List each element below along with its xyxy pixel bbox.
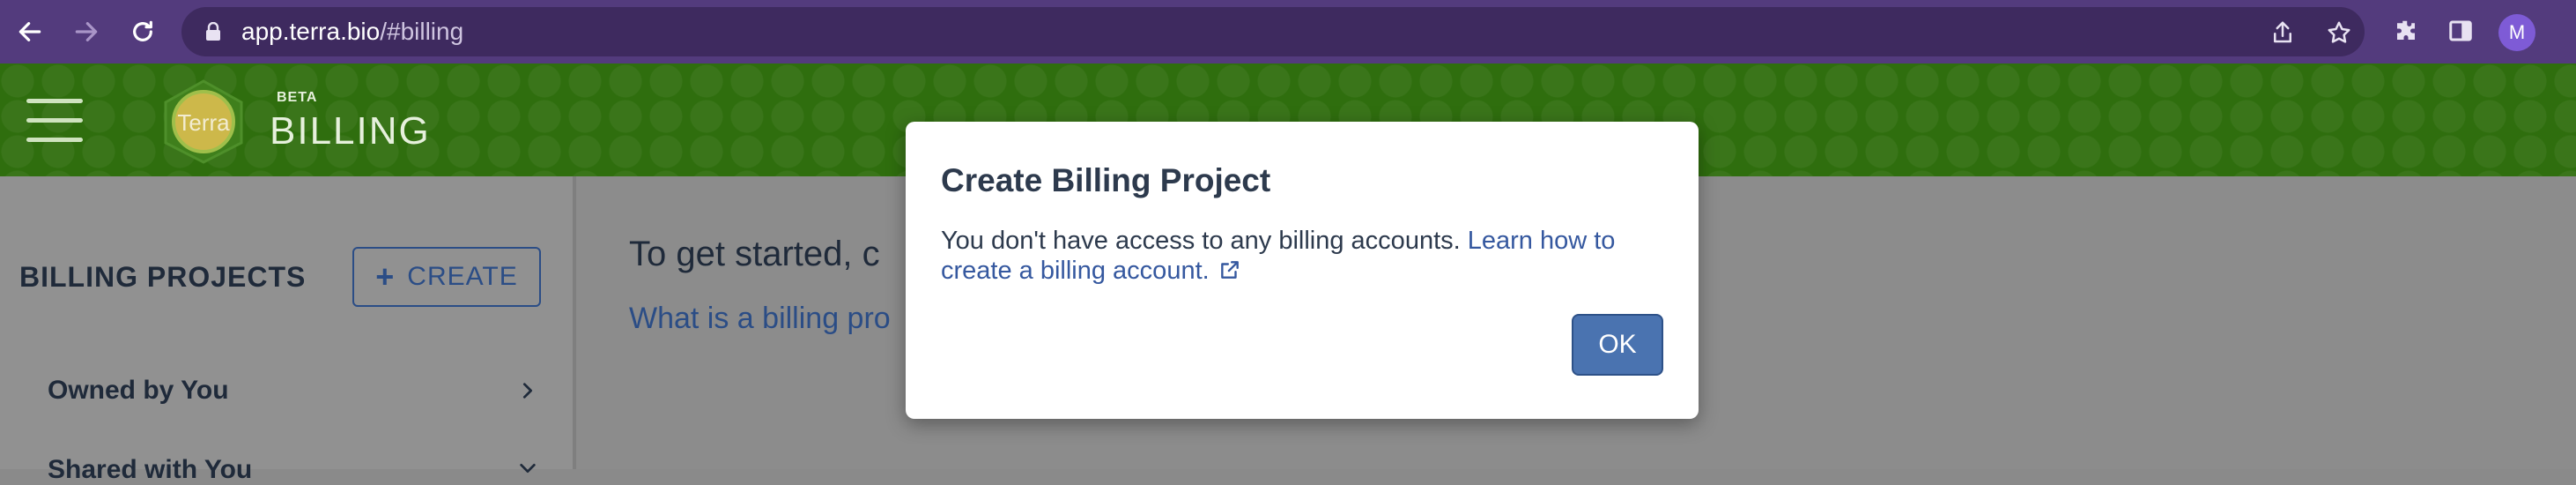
back-icon[interactable] bbox=[12, 14, 48, 49]
billing-help-link[interactable]: What is a billing pro bbox=[629, 302, 891, 336]
dialog-body: You don't have access to any billing acc… bbox=[941, 226, 1663, 286]
beta-badge: BETA bbox=[277, 90, 318, 105]
avatar[interactable]: M bbox=[2498, 14, 2535, 51]
reload-icon[interactable] bbox=[125, 14, 160, 49]
sidebar-title: BILLING PROJECTS bbox=[19, 261, 307, 293]
create-button-label: CREATE bbox=[407, 262, 518, 291]
dialog-message: You don't have access to any billing acc… bbox=[941, 227, 1461, 255]
sidebar-item-owned[interactable]: Owned by You bbox=[48, 376, 229, 406]
terra-logo: Terra bbox=[164, 79, 243, 164]
share-icon[interactable] bbox=[2269, 19, 2296, 46]
external-link-icon[interactable] bbox=[1218, 258, 1241, 281]
create-button[interactable]: + CREATE bbox=[352, 247, 541, 307]
create-billing-project-dialog: Create Billing Project You don't have ac… bbox=[906, 122, 1699, 419]
sidebar-item-shared[interactable]: Shared with You bbox=[48, 455, 252, 485]
ok-button[interactable]: OK bbox=[1572, 314, 1663, 376]
chevron-right-icon[interactable] bbox=[518, 381, 537, 400]
forward-icon[interactable] bbox=[69, 14, 104, 49]
url-path: /#billing bbox=[380, 18, 464, 45]
menu-icon[interactable] bbox=[26, 99, 83, 145]
bookmark-star-icon[interactable] bbox=[2326, 19, 2352, 46]
sidebar: BILLING PROJECTS + CREATE Owned by You S… bbox=[0, 176, 576, 484]
logo-text: Terra bbox=[177, 109, 230, 136]
chevron-down-icon[interactable] bbox=[518, 459, 537, 478]
page-title: BILLING bbox=[270, 109, 431, 153]
extensions-icon[interactable] bbox=[2393, 18, 2419, 44]
lock-icon bbox=[206, 22, 220, 41]
url-host: app.terra.bio bbox=[241, 18, 381, 45]
address-bar[interactable]: app.terra.bio/#billing bbox=[181, 7, 2365, 56]
side-panel-icon[interactable] bbox=[2447, 18, 2474, 44]
url-text: app.terra.bio/#billing bbox=[241, 7, 463, 56]
dialog-title: Create Billing Project bbox=[941, 162, 1271, 198]
plus-icon: + bbox=[375, 258, 396, 295]
browser-toolbar: app.terra.bio/#billing M bbox=[0, 0, 2576, 63]
intro-text: To get started, c bbox=[629, 235, 880, 273]
